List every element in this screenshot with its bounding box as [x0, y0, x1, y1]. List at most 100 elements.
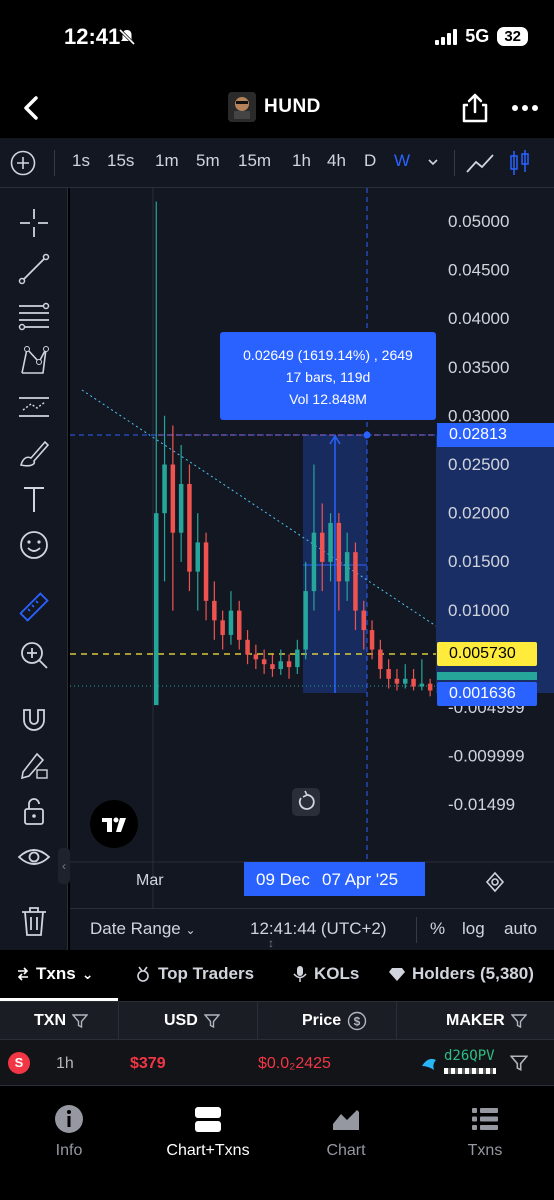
info-icon	[55, 1105, 83, 1133]
reset-chart-button[interactable]	[292, 788, 320, 816]
price-badge-yellow: 0.005730	[437, 642, 537, 666]
settings-icon[interactable]	[484, 871, 506, 893]
brush-icon[interactable]	[17, 436, 51, 470]
tf-5m[interactable]: 5m	[196, 151, 220, 171]
tradingview-logo[interactable]	[90, 800, 138, 848]
tab-top-traders[interactable]: Top Traders	[134, 964, 254, 984]
x-axis-label: Mar	[136, 872, 164, 889]
tf-4h[interactable]: 4h	[327, 151, 346, 171]
crosshair-icon[interactable]	[17, 206, 51, 240]
header-usd[interactable]: USD	[164, 1002, 220, 1040]
nav-chart-txns[interactable]: Chart+Txns	[153, 1104, 263, 1160]
nav-info-label: Info	[55, 1142, 83, 1159]
stay-in-drawing-icon[interactable]	[17, 748, 51, 782]
header-maker[interactable]: MAKER	[446, 1002, 527, 1040]
collapse-toolbar-tab[interactable]: ‹	[58, 848, 70, 884]
header-price[interactable]: Price $	[302, 1002, 367, 1040]
measure-line-2: 17 bars, 119d	[285, 369, 371, 385]
price-chart[interactable]: 0.05000 0.04500 0.04000 0.03500 0.03000 0.025…	[70, 188, 554, 908]
status-bar: 12:41 5G 32	[0, 0, 554, 80]
candle-body	[303, 591, 308, 650]
candle-body	[311, 532, 317, 592]
divider	[454, 150, 455, 176]
magnet-icon[interactable]	[17, 702, 51, 736]
filter-icon[interactable]	[510, 1054, 528, 1072]
header-usd-label: USD	[164, 1012, 198, 1029]
chevron-down-icon[interactable]	[426, 155, 440, 169]
active-tab-underline	[0, 998, 118, 1001]
header-txn-label: TXN	[34, 1012, 66, 1029]
chart-icon	[333, 1110, 359, 1130]
candle-body	[328, 522, 333, 562]
tab-holders[interactable]: Holders (5,380)	[388, 964, 534, 984]
tf-15m[interactable]: 15m	[238, 151, 271, 171]
forecast-icon[interactable]	[17, 390, 51, 424]
tf-1m[interactable]: 1m	[155, 151, 179, 171]
price-label: 0.04500	[448, 261, 509, 280]
header-txn[interactable]: TXN	[34, 1002, 88, 1040]
more-icon[interactable]	[510, 94, 540, 122]
candle-body	[154, 513, 159, 706]
candle-body	[245, 639, 250, 655]
tf-d[interactable]: D	[364, 151, 376, 171]
ruler-icon[interactable]	[17, 590, 51, 624]
tf-1h[interactable]: 1h	[292, 151, 311, 171]
tab-holders-label: Holders (5,380)	[412, 964, 534, 983]
drawing-toolbar: ‹	[0, 188, 70, 950]
nav-txns[interactable]: Txns	[430, 1104, 540, 1160]
txn-maker[interactable]: d26QPV	[444, 1048, 495, 1064]
trend-line-icon[interactable]	[17, 252, 51, 286]
fib-retracement-icon[interactable]	[17, 298, 51, 332]
back-button[interactable]	[14, 90, 50, 126]
nav-bar: HUND	[0, 80, 554, 138]
text-icon[interactable]	[17, 482, 51, 516]
percent-toggle[interactable]: %	[430, 919, 445, 939]
candle-body	[353, 552, 358, 611]
log-toggle[interactable]: log	[462, 919, 485, 939]
token-header[interactable]: HUND	[228, 92, 321, 122]
auto-toggle[interactable]: auto	[504, 919, 537, 939]
chart-txns-icon	[195, 1107, 221, 1132]
divider	[257, 1002, 258, 1040]
emoji-icon[interactable]	[17, 528, 51, 562]
filter-icon	[72, 1014, 88, 1029]
filter-icon	[510, 1014, 527, 1029]
nav-chart-txns-label: Chart+Txns	[166, 1142, 250, 1159]
date-range-button[interactable]: Date Range ⌄	[90, 919, 196, 939]
candle-body	[336, 522, 342, 582]
chart-bottom-bar: Date Range ⌄ 12:41:44 (UTC+2) % log auto	[70, 908, 554, 950]
candles-icon[interactable]	[508, 148, 532, 178]
lock-icon[interactable]	[17, 794, 51, 828]
line-chart-icon[interactable]	[465, 150, 495, 176]
table-row[interactable]: S 1h $379 $0.0₂2425 d26QPV	[0, 1040, 554, 1086]
dollar-circle-icon: $	[347, 1011, 367, 1031]
share-icon[interactable]	[460, 92, 490, 124]
candle-body	[228, 610, 234, 635]
measure-line-3: Vol 12.848M	[289, 391, 367, 407]
price-badge-bottom: 0.001636	[437, 682, 537, 706]
maker-bar	[444, 1068, 496, 1074]
eye-icon[interactable]	[17, 840, 51, 874]
tf-w[interactable]: W	[394, 151, 410, 171]
trash-icon[interactable]	[17, 904, 51, 938]
tf-1s[interactable]: 1s	[72, 151, 90, 171]
measure-line-1: 0.02649 (1619.14%) , 2649	[243, 347, 413, 363]
price-label: 0.01500	[448, 552, 509, 571]
nav-info[interactable]: Info	[14, 1104, 124, 1160]
candles-group	[154, 201, 449, 706]
tf-15s[interactable]: 15s	[107, 151, 134, 171]
diamond-icon	[389, 968, 405, 981]
tab-txns[interactable]: Txns ⌄	[16, 964, 93, 984]
resize-handle-icon[interactable]: ↕	[268, 936, 274, 950]
zoom-in-icon[interactable]	[17, 638, 51, 672]
pattern-icon[interactable]	[17, 344, 51, 378]
nav-chart[interactable]: Chart	[291, 1104, 401, 1160]
list-icon	[472, 1108, 498, 1130]
add-indicator-icon[interactable]	[10, 150, 36, 176]
candle-body	[403, 678, 408, 684]
candle-body	[419, 683, 425, 687]
tab-kols[interactable]: KOLs	[292, 964, 359, 984]
nav-chart-label: Chart	[326, 1142, 366, 1159]
price-label: 0.02000	[448, 504, 509, 523]
candle-body	[203, 542, 209, 601]
